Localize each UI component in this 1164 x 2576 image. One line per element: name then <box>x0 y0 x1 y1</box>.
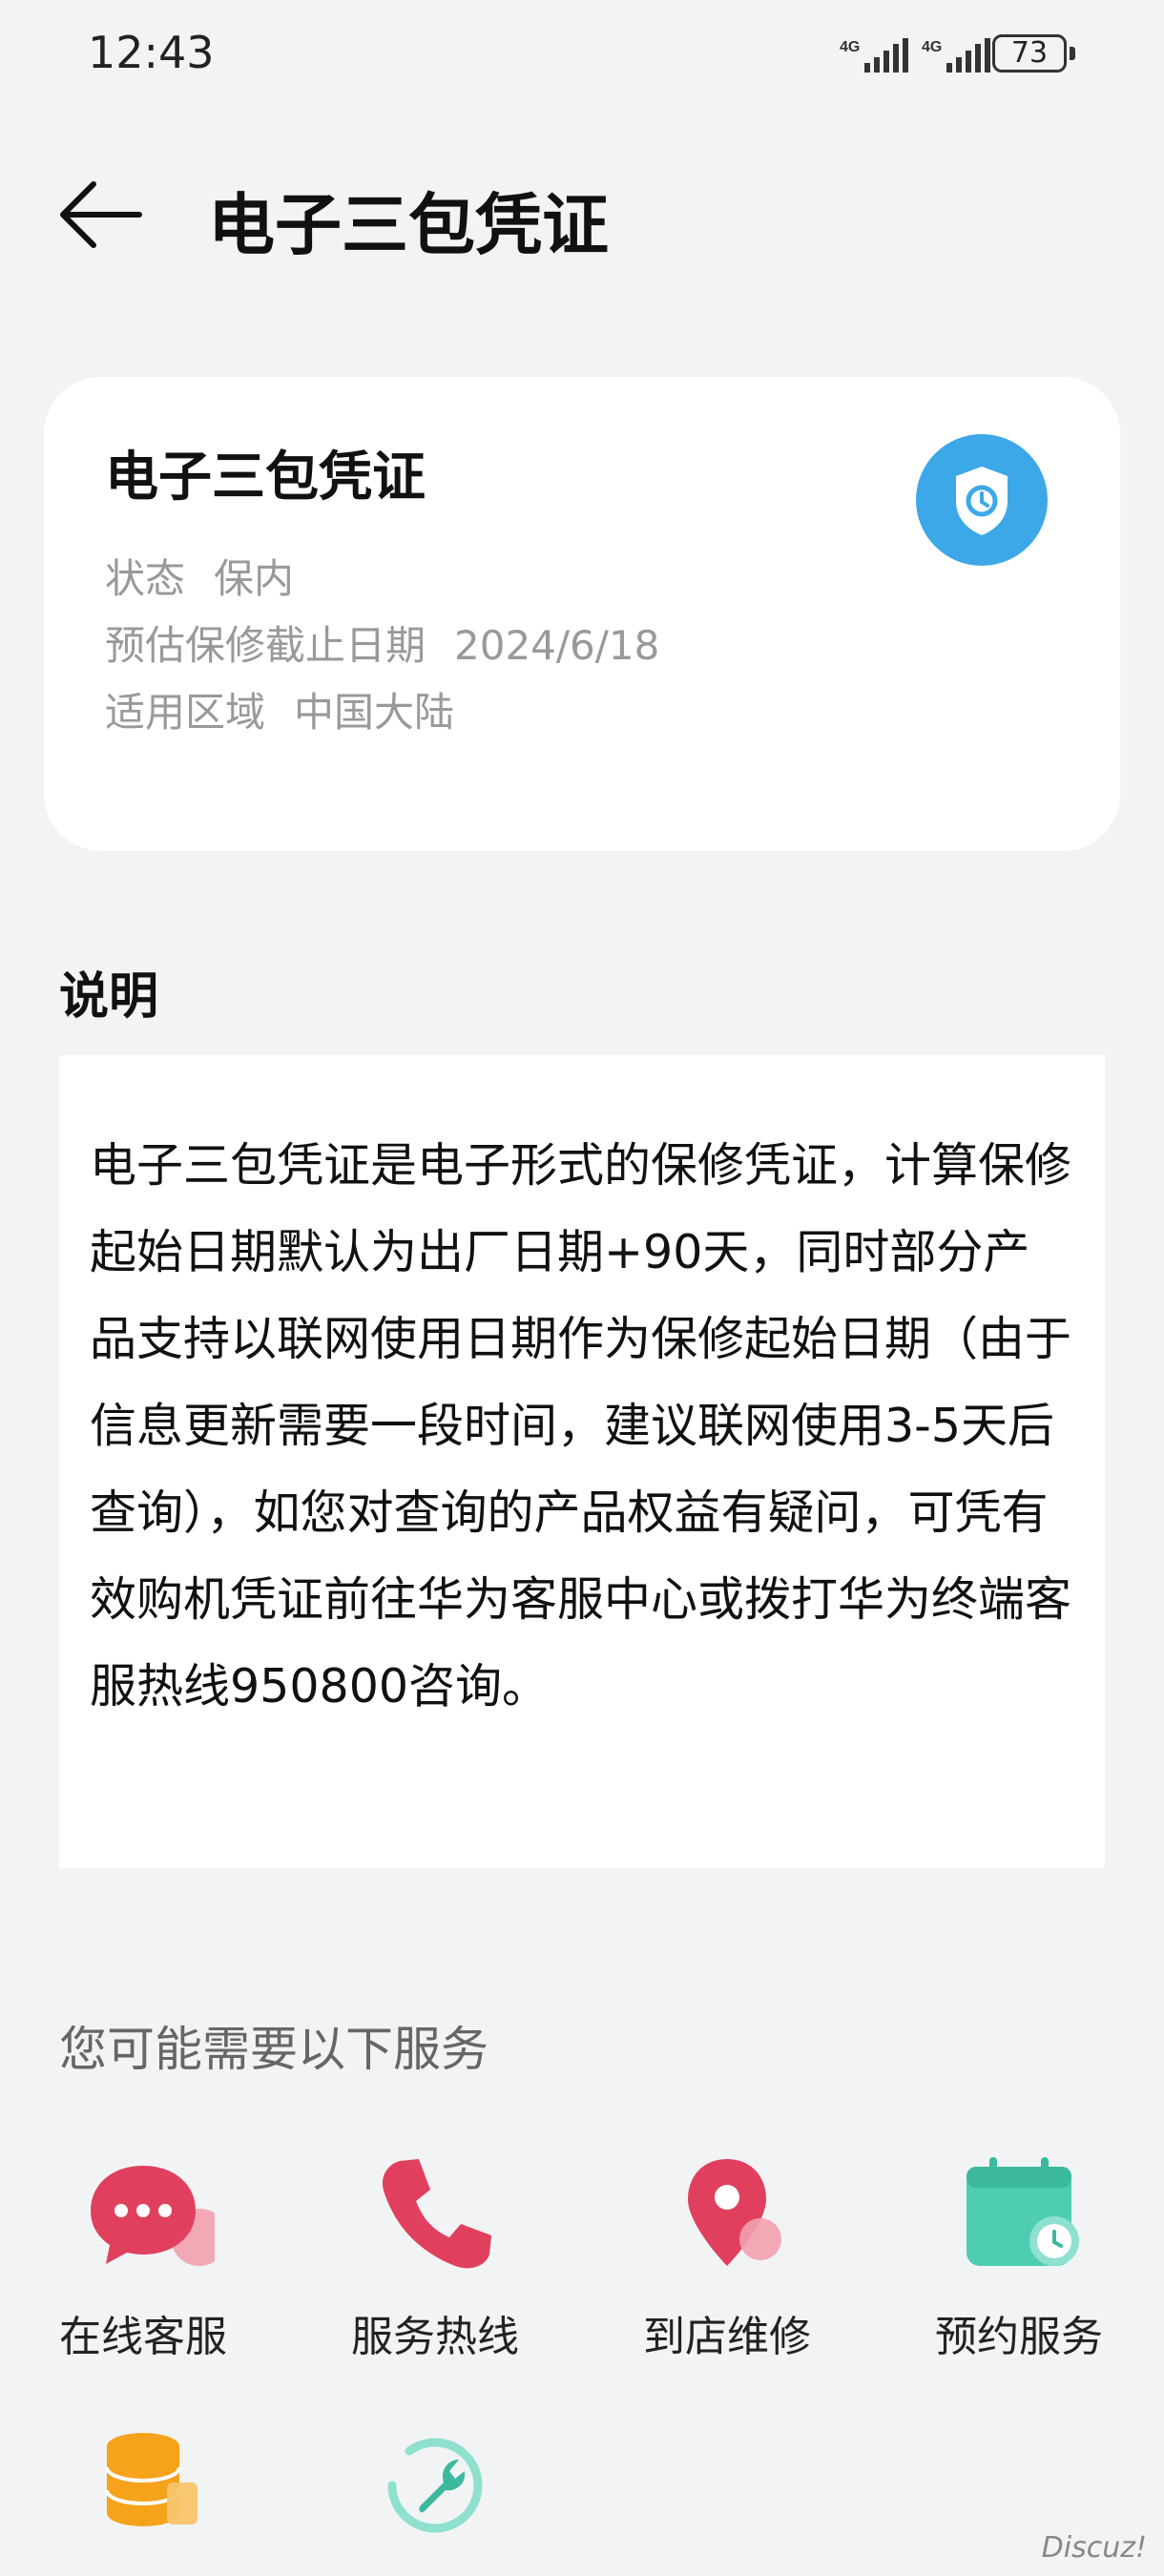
service-online-support[interactable]: 在线客服 <box>29 2142 258 2363</box>
card-row-region: 适用区域 中国大陆 <box>105 680 454 738</box>
service-coins[interactable] <box>29 2414 258 2557</box>
service-label: 到店维修 <box>643 2313 811 2361</box>
shield-clock-icon <box>916 434 1048 566</box>
status-value: 保内 <box>214 555 295 602</box>
region-value: 中国大陆 <box>294 689 455 736</box>
status-label: 状态 <box>105 555 186 602</box>
page-title: 电子三包凭证 <box>208 186 609 264</box>
warranty-card: 电子三包凭证 状态 保内 预估保修截止日期 2024/6/18 适用区域 中国大陆 <box>44 377 1120 851</box>
card-row-status: 状态 保内 <box>105 547 294 605</box>
back-arrow-icon <box>60 181 142 248</box>
service-store-repair[interactable]: 到店维修 <box>613 2142 842 2363</box>
expiry-label: 预估保修截止日期 <box>105 622 426 669</box>
services-title: 您可能需要以下服务 <box>59 2022 488 2077</box>
battery-indicator: 73 <box>992 34 1075 73</box>
description-text: 电子三包凭证是电子形式的保修凭证，计算保修起始日期默认为出厂日期+90天，同时部… <box>90 1138 1072 1714</box>
expiry-value: 2024/6/18 <box>454 622 660 669</box>
description-title: 说明 <box>59 968 159 1026</box>
signal-4g-icon-1: 4G <box>840 38 908 73</box>
card-title: 电子三包凭证 <box>105 447 426 509</box>
service-hotline[interactable]: 服务热线 <box>321 2142 550 2363</box>
svg-text:4G: 4G <box>840 39 860 55</box>
region-label: 适用区域 <box>105 689 266 736</box>
service-label: 服务热线 <box>351 2313 519 2361</box>
wrench-refresh-icon <box>364 2414 507 2557</box>
status-bar: 12:43 4G 4G 73 <box>0 0 1164 114</box>
signal-4g-icon-2: 4G <box>922 38 990 73</box>
service-repair-progress[interactable] <box>321 2414 550 2557</box>
service-label: 预约服务 <box>935 2313 1103 2361</box>
back-button[interactable] <box>57 177 153 253</box>
status-time: 12:43 <box>88 27 215 78</box>
watermark: Discuz! <box>1041 2531 1147 2565</box>
calendar-clock-icon <box>947 2142 1091 2285</box>
service-label: 在线客服 <box>59 2313 227 2361</box>
description-box: 电子三包凭证是电子形式的保修凭证，计算保修起始日期默认为出厂日期+90天，同时部… <box>59 1055 1105 1868</box>
chat-bubble-icon <box>72 2142 228 2285</box>
coins-stack-icon <box>72 2414 215 2557</box>
location-pin-icon <box>655 2142 799 2285</box>
card-row-expiry: 预估保修截止日期 2024/6/18 <box>105 613 659 672</box>
phone-icon <box>364 2142 507 2285</box>
service-appointment[interactable]: 预约服务 <box>904 2142 1133 2363</box>
svg-text:4G: 4G <box>922 39 942 55</box>
